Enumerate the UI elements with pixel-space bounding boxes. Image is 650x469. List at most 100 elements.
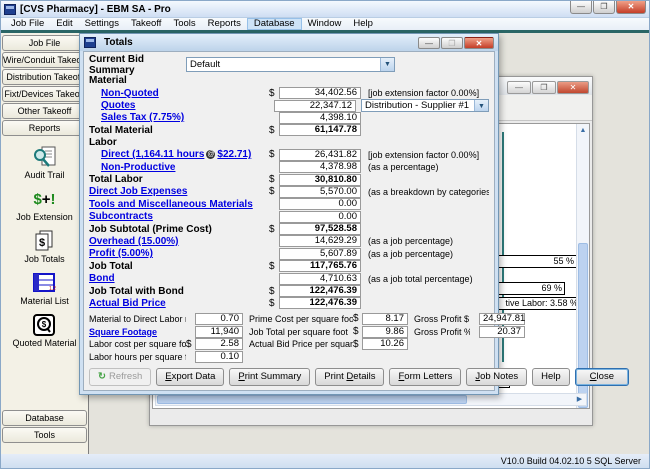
stats-row: Labor cost per square foot$2.58Actual Bi… [89,338,489,351]
sidebar-item-other-takeoff[interactable]: Other Takeoff [2,103,87,119]
value-field[interactable]: 0.00 [279,198,361,210]
stat-value-field[interactable]: 20.37 [479,326,525,338]
stat-value-field[interactable]: 10.26 [362,338,408,350]
menu-item-reports[interactable]: Reports [202,18,247,30]
sidebar-item-material-list[interactable]: 1.2Material List [20,271,69,306]
value-field[interactable]: 26,431.82 [279,149,361,161]
stats-row: Material to Direct Labor ratio:0.70Prime… [89,313,489,326]
stat-link[interactable]: Square Footage [89,327,186,337]
supplier-dropdown-box[interactable]: Distribution - Supplier #1 ▼ [361,99,489,112]
row-link[interactable]: Bond [89,273,115,284]
job-notes-button[interactable]: Job Notes [466,368,527,386]
print-details-button[interactable]: Print Details [315,368,384,386]
row-link[interactable]: Sales Tax (7.75%) [101,112,184,123]
value-field[interactable]: 4,710.63 [279,273,361,285]
bid-summary-dropdown[interactable]: Default ▼ [186,57,395,72]
row-link[interactable]: Non-Productive [101,162,175,173]
stat-value-field[interactable]: 0.70 [195,313,243,325]
row-link[interactable]: Tools and Miscellaneous Materials [89,199,253,210]
sidebar-item-database[interactable]: Database [2,410,87,426]
row-link[interactable]: Subcontracts [89,211,153,222]
sidebar-item-job-totals[interactable]: $Job Totals [24,229,64,264]
close-icon[interactable]: ✕ [557,81,589,94]
help-button[interactable]: Help [532,368,570,386]
dialog-icon [84,37,96,48]
value-field[interactable]: 61,147.78 [279,124,361,136]
bid-summary-value: Default [190,59,220,70]
stat-value-field[interactable]: 2.58 [195,338,243,350]
stat-value-field[interactable]: 9.86 [362,326,408,338]
export-data-button[interactable]: Export Data [156,368,224,386]
value-field[interactable]: 4,398.10 [279,112,361,124]
scroll-up-icon[interactable]: ▲ [577,124,589,137]
menu-item-job-file[interactable]: Job File [5,18,50,30]
value-field[interactable]: 122,476.39 [279,297,361,309]
value-field[interactable]: 4,378.98 [279,161,361,173]
sidebar-item-fixt-devices-takeoff[interactable]: Fixt/Devices Takeoff [2,86,87,102]
close-icon[interactable]: ✕ [464,37,494,49]
maximize-icon[interactable]: ❐ [532,81,556,94]
value-field[interactable]: 0.00 [279,211,361,223]
sidebar-item-distribution-takeoff[interactable]: Distribution Takeoff [2,69,87,85]
row-link-suffix[interactable]: $22.71) [217,149,251,160]
value-field[interactable]: 97,528.58 [279,223,361,235]
menu-item-settings[interactable]: Settings [79,18,125,30]
stat-value-field[interactable]: 24,947.81 [479,313,525,325]
supplier-dropdown-value: Distribution - Supplier #1 [365,100,469,111]
sidebar-item-reports[interactable]: Reports [2,120,87,136]
sidebar-item-audit-trail[interactable]: Audit Trail [24,145,64,180]
stat-value-field[interactable]: 0.10 [195,351,243,363]
row-link[interactable]: Direct Job Expenses [89,186,187,197]
value-field[interactable]: 117,765.76 [279,260,361,272]
value-field[interactable]: 30,810.80 [279,174,361,186]
menu-item-takeoff[interactable]: Takeoff [125,18,167,30]
sidebar-item-wire-conduit-takeoff[interactable]: Wire/Conduit Takeoff [2,52,87,68]
totals-row-actual-bid-price: Actual Bid Price$122,476.39 [89,297,489,309]
value-field[interactable]: 14,629.29 [279,235,361,247]
sidebar-item-job-extension[interactable]: $+!Job Extension [16,187,73,222]
row-link[interactable]: Quotes [101,100,135,111]
value-field[interactable]: 34,402.56 [279,87,361,99]
close-button[interactable]: Close [575,368,629,386]
stat-label: Gross Profit % [414,327,470,337]
title-bar: [CVS Pharmacy] - EBM SA - Pro — ❐ ✕ [1,1,649,18]
row-link[interactable]: Actual Bid Price [89,298,166,309]
minimize-icon[interactable]: — [507,81,531,94]
row-label: Total Labor [89,174,269,185]
totals-dialog: Totals — ❐ ✕ Current Bid Summary Default… [79,33,499,395]
row-note: [job extension factor 0.00%] [361,88,489,98]
chevron-down-icon[interactable]: ▼ [474,100,488,111]
value-field[interactable]: 5,570.00 [279,186,361,198]
restore-icon[interactable]: ❐ [593,1,615,14]
sidebar-item-job-file[interactable]: Job File [2,35,87,51]
row-link[interactable]: Overhead (15.00%) [89,236,179,247]
row-link[interactable]: Non-Quoted [101,88,159,99]
menu-item-database[interactable]: Database [247,18,302,30]
stat-value-field[interactable]: 11,940 [195,326,243,338]
menu-item-tools[interactable]: Tools [167,18,201,30]
sidebar-item-quoted-material[interactable]: $Quoted Material [12,313,76,348]
menu-item-help[interactable]: Help [347,18,379,30]
supplier-dropdown[interactable]: Distribution - Supplier #1 ▼ [361,99,489,112]
dollar-sign: $ [353,326,362,337]
chevron-down-icon[interactable]: ▼ [380,58,394,71]
stat-value-field[interactable]: 8.17 [362,313,408,325]
row-link[interactable]: Profit (5.00%) [89,248,153,259]
vertical-scrollbar[interactable]: ▲ [576,124,589,408]
menu-item-edit[interactable]: Edit [50,18,78,30]
row-link[interactable]: Direct (1,164.11 hours [101,149,204,160]
value-field[interactable]: 22,347.12 [274,100,356,112]
form-letters-button[interactable]: Form Letters [389,368,461,386]
scroll-right-icon[interactable]: ▶ [573,394,586,405]
stat-label: Actual Bid Price per square ft [249,339,353,349]
close-icon[interactable]: ✕ [616,1,646,14]
minimize-icon[interactable]: — [418,37,440,49]
minimize-icon[interactable]: — [570,1,592,14]
sidebar-item-tools[interactable]: Tools [2,427,87,443]
value-field[interactable]: 122,476.39 [279,285,361,297]
dollar-sign: $ [269,149,279,160]
value-field[interactable]: 5,607.89 [279,248,361,260]
print-summary-button[interactable]: Print Summary [229,368,310,386]
menu-item-window[interactable]: Window [302,18,348,30]
scrollbar-thumb[interactable] [157,395,467,404]
